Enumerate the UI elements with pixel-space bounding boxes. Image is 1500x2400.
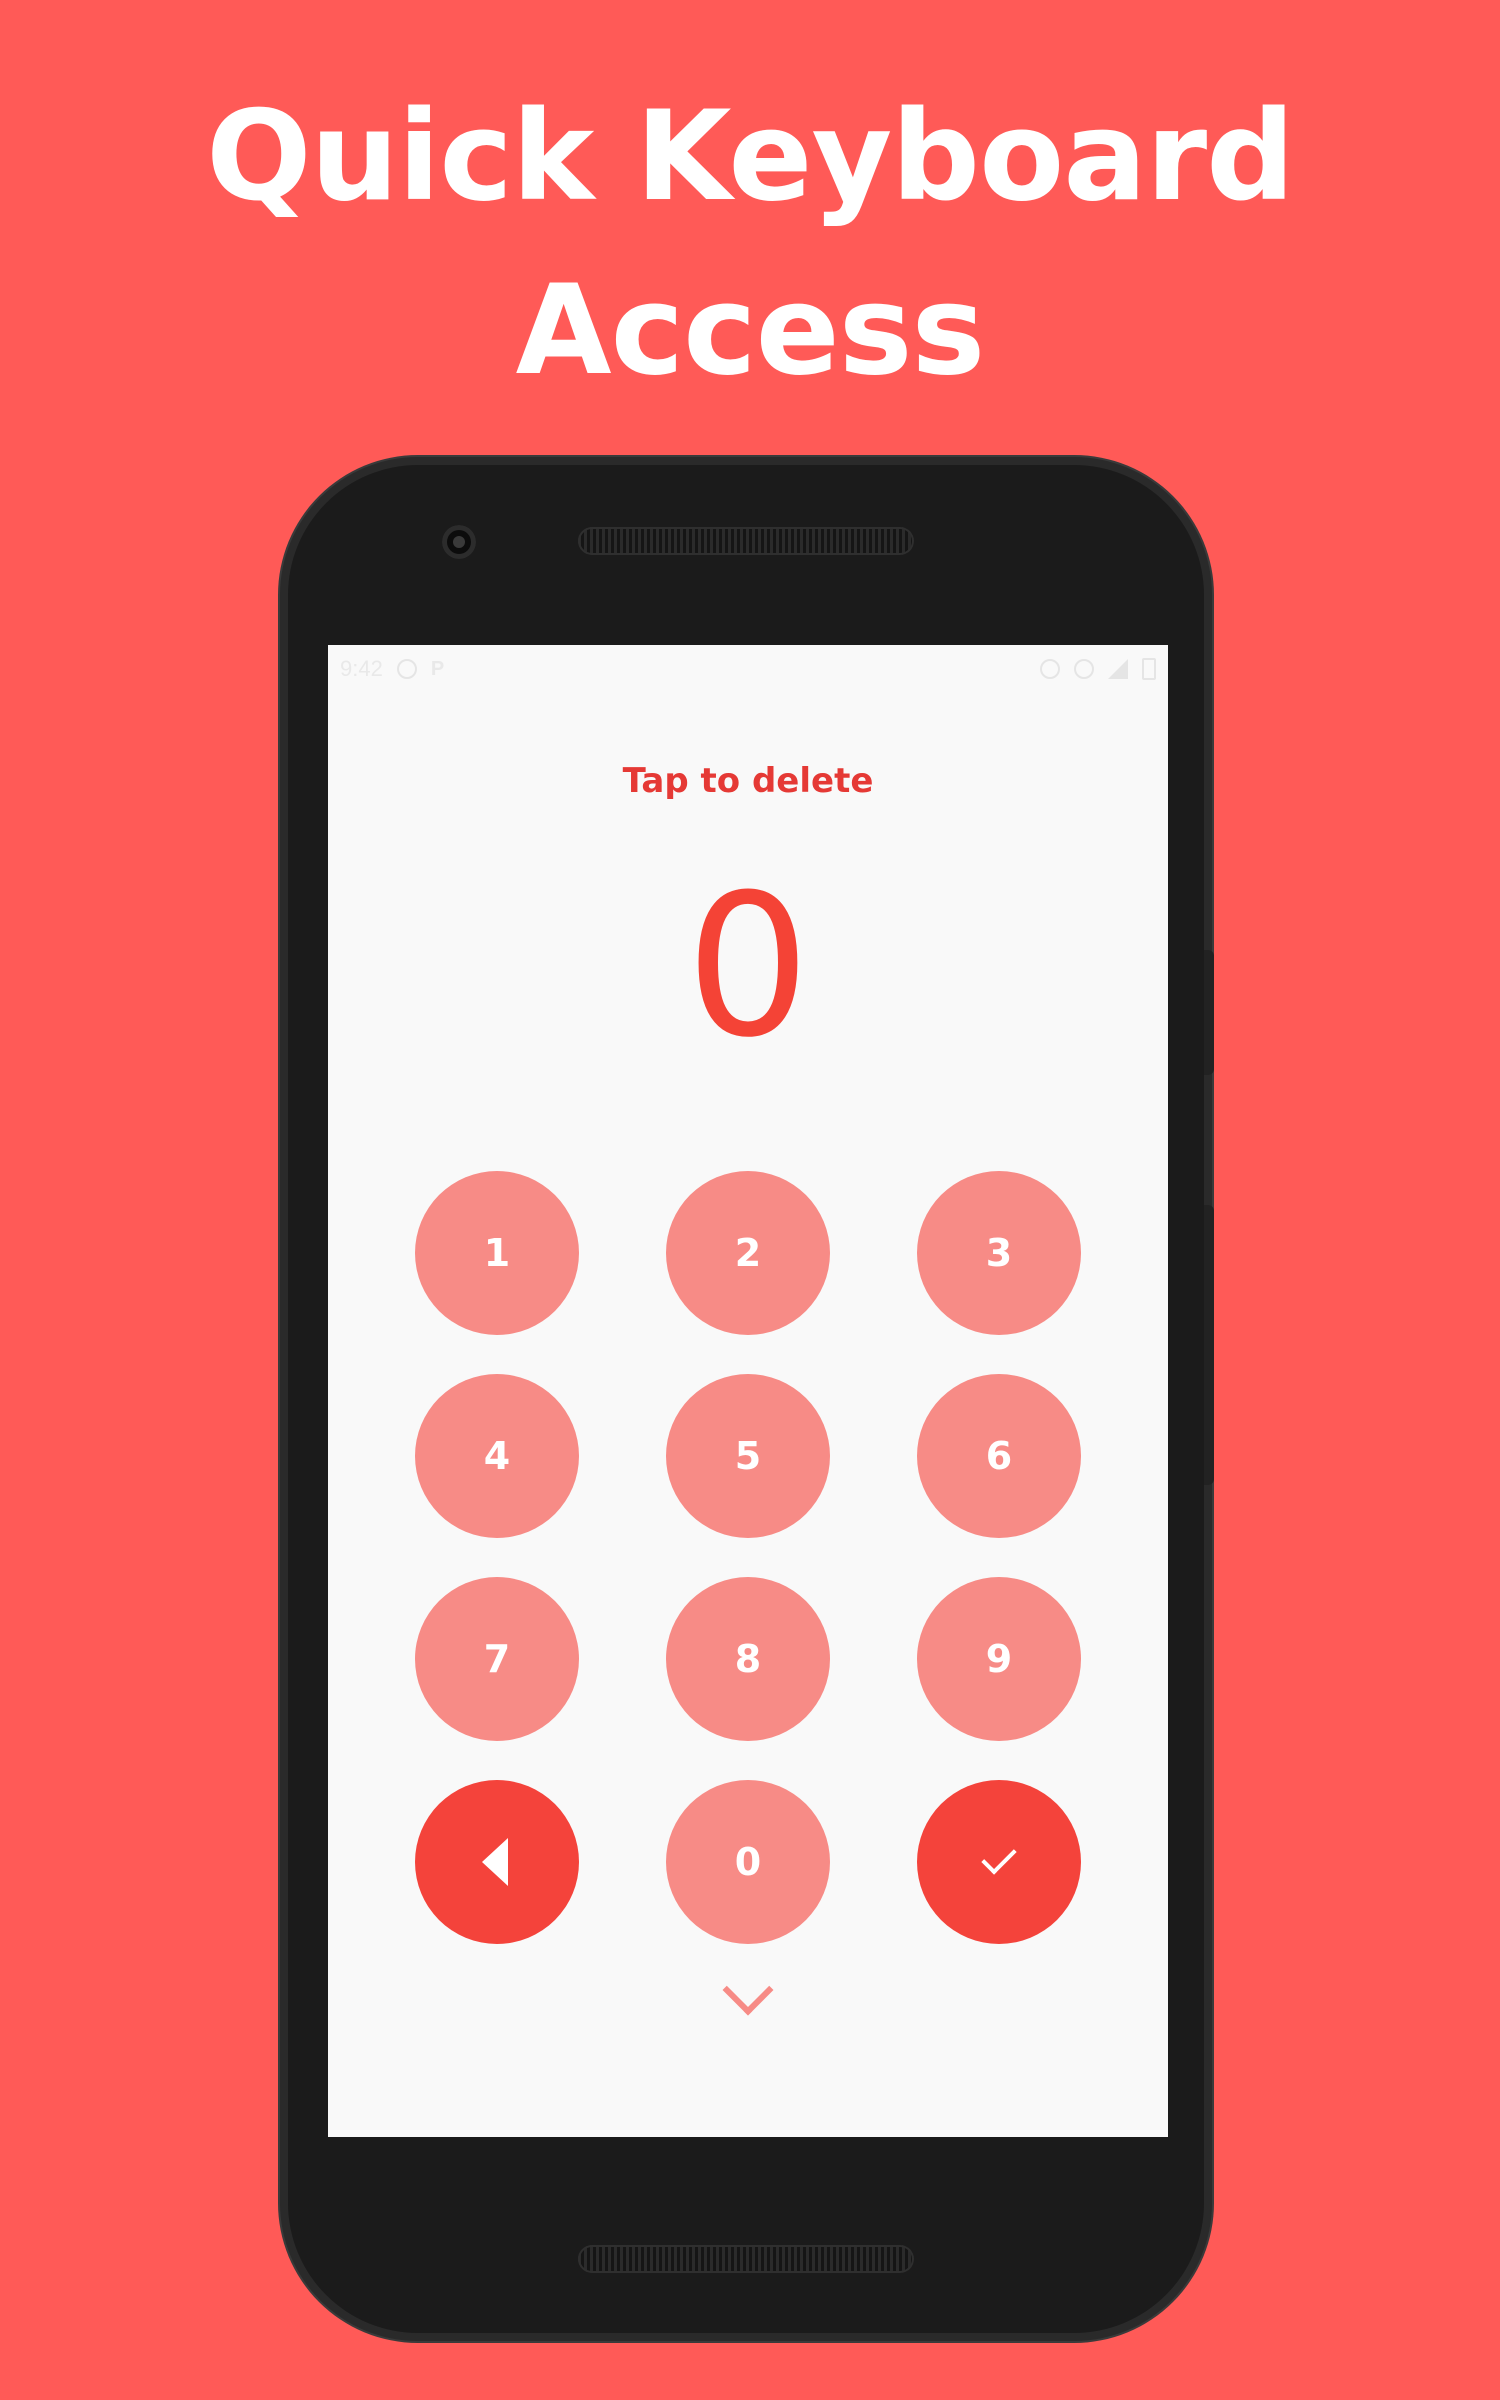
- key-9[interactable]: 9: [917, 1577, 1081, 1741]
- key-7[interactable]: 7: [415, 1577, 579, 1741]
- phone-frame: 9:42 P Tap to delete 0 1 2 3 4 5 6 7 8 9: [288, 465, 1214, 2333]
- power-button: [1204, 1205, 1214, 1485]
- volume-button: [1204, 950, 1214, 1075]
- key-3[interactable]: 3: [917, 1171, 1081, 1335]
- key-1[interactable]: 1: [415, 1171, 579, 1335]
- battery-icon: [1142, 658, 1156, 680]
- tap-to-delete-hint[interactable]: Tap to delete: [328, 761, 1168, 801]
- key-2[interactable]: 2: [666, 1171, 830, 1335]
- check-icon: [981, 1839, 1017, 1875]
- p-icon: P: [430, 657, 445, 680]
- front-camera: [442, 525, 476, 559]
- status-time: 9:42: [340, 656, 383, 681]
- vibrate-icon: [1074, 659, 1094, 679]
- backspace-button[interactable]: [415, 1780, 579, 1944]
- numeric-keypad: 1 2 3 4 5 6 7 8 9 0: [415, 1171, 1081, 1944]
- bottom-speaker: [578, 2245, 914, 2273]
- headline-line-2: Access: [515, 259, 986, 403]
- key-8[interactable]: 8: [666, 1577, 830, 1741]
- collapse-keyboard-button[interactable]: [718, 1964, 778, 2020]
- status-bar: 9:42 P: [328, 645, 1168, 693]
- backspace-icon: [482, 1838, 508, 1886]
- key-0[interactable]: 0: [666, 1780, 830, 1944]
- confirm-button[interactable]: [917, 1780, 1081, 1944]
- headline-line-1: Quick Keyboard: [206, 85, 1295, 229]
- key-4[interactable]: 4: [415, 1374, 579, 1538]
- alarm-icon: [1040, 659, 1060, 679]
- key-6[interactable]: 6: [917, 1374, 1081, 1538]
- key-5[interactable]: 5: [666, 1374, 830, 1538]
- entered-value[interactable]: 0: [328, 857, 1168, 1077]
- earpiece-speaker: [578, 527, 914, 555]
- app-screen: 9:42 P Tap to delete 0 1 2 3 4 5 6 7 8 9: [328, 645, 1168, 2137]
- smiley-icon: [396, 659, 417, 679]
- promo-headline: Quick Keyboard Access: [0, 70, 1500, 418]
- chevron-down-icon: [722, 1964, 774, 2016]
- signal-icon: [1108, 659, 1128, 679]
